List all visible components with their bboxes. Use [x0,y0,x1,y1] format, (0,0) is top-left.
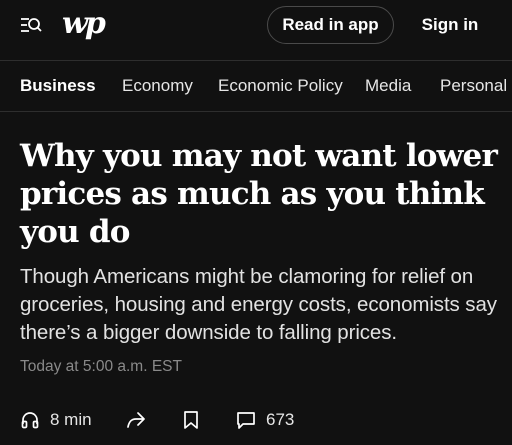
sign-in-link[interactable]: Sign in [418,6,482,44]
listen-duration: 8 min [50,410,92,429]
top-bar: wp Read in app Sign in [0,0,512,50]
article-actions: 8 min 673 [0,400,512,440]
comment-icon [237,412,255,429]
comments-button[interactable]: 673 [236,408,294,432]
bookmark-icon [184,411,198,429]
comments-count: 673 [266,410,295,429]
headphones-icon [21,412,39,429]
nav-item-media[interactable]: Media [365,61,411,111]
read-in-app-button[interactable]: Read in app [267,6,394,44]
menu-search-button[interactable] [20,15,42,35]
nav-item-personal-finance[interactable]: Personal F [440,61,512,111]
nav-item-economy[interactable]: Economy [122,61,193,111]
article-headline: Why you may not want lower prices as muc… [20,138,498,250]
article-timestamp: Today at 5:00 a.m. EST [20,358,182,375]
bookmark-button[interactable] [182,408,200,432]
listen-button[interactable]: 8 min [20,408,92,432]
article-dek: Though Americans might be clamoring for … [20,265,497,344]
nav-item-business[interactable]: Business [20,61,96,111]
section-nav: Business Economy Economic Policy Media P… [0,60,512,112]
share-icon [127,412,145,428]
share-button[interactable] [126,408,146,432]
nav-item-economic-policy[interactable]: Economic Policy [218,61,343,111]
search-menu-icon [21,18,42,32]
washington-post-logo[interactable]: wp [62,6,106,41]
